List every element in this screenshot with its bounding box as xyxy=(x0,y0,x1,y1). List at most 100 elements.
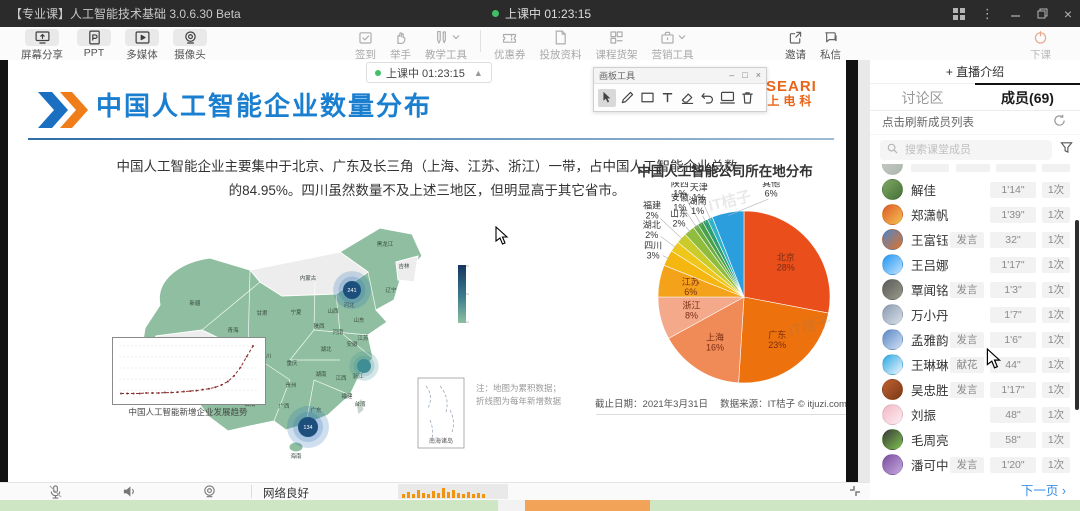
member-action-badge[interactable]: 献花 xyxy=(950,357,984,373)
clear-tool[interactable] xyxy=(738,89,756,107)
pie-label: 四川3% xyxy=(644,241,662,261)
panel-maximize-icon[interactable]: □ xyxy=(742,71,747,80)
eraser-tool[interactable] xyxy=(678,89,696,107)
avatar xyxy=(882,254,903,275)
coupon-icon xyxy=(501,29,518,46)
toolbar-item-camera[interactable]: 摄像头 xyxy=(166,27,214,62)
main-toolbar: 屏幕分享PPT多媒体摄像头 签到举手教学工具优惠券投放资料课程货架营销工具 邀请… xyxy=(0,27,1080,61)
member-name: 王富钰 xyxy=(911,230,949,249)
class-status-text: 上课中 01:23:15 xyxy=(505,5,591,22)
member-list-scrollbar[interactable] xyxy=(1075,220,1079,410)
collapse-chevron-icon[interactable]: ▲ xyxy=(474,68,483,78)
rectangle-tool[interactable] xyxy=(638,89,656,107)
member-speak-count: 1次 xyxy=(1042,257,1070,273)
member-action-badge[interactable]: 发言 xyxy=(950,457,984,473)
camera-icon xyxy=(173,29,207,46)
materials-icon xyxy=(552,29,569,46)
panel-minimize-icon[interactable]: – xyxy=(729,71,734,80)
filter-funnel-icon[interactable] xyxy=(1060,141,1073,159)
member-speak-time: 44" xyxy=(990,357,1036,373)
member-speak-time: 1'17" xyxy=(990,382,1036,398)
province-label: 江西 xyxy=(335,375,347,382)
undo-tool[interactable] xyxy=(698,89,716,107)
pencil-tool[interactable] xyxy=(618,89,636,107)
province-label: 陕西 xyxy=(313,322,325,330)
member-action-badge[interactable]: 发言 xyxy=(950,232,984,248)
title-chevrons-icon xyxy=(36,90,94,135)
member-action-badge[interactable]: 发言 xyxy=(950,382,984,398)
text-tool[interactable] xyxy=(658,89,676,107)
member-speak-count: 1次 xyxy=(1042,182,1070,198)
taskbar-strip-gap xyxy=(498,500,525,511)
svg-text:南海诸岛: 南海诸岛 xyxy=(429,437,453,445)
close-button[interactable]: × xyxy=(1064,6,1072,22)
member-speak-count: 1次 xyxy=(1042,407,1070,423)
member-search-box[interactable] xyxy=(880,140,1052,160)
member-search-input[interactable] xyxy=(903,143,1017,157)
checkin-icon xyxy=(357,29,374,46)
minimize-button[interactable] xyxy=(1010,8,1021,19)
panel-close-icon[interactable]: × xyxy=(756,71,761,80)
chevron-down-icon xyxy=(452,33,460,43)
whiteboard-panel-titlebar[interactable]: 画板工具 – □ × xyxy=(594,68,766,84)
live-dot-icon xyxy=(492,10,499,17)
toolbar-item-teach-tools[interactable]: 教学工具 xyxy=(418,27,474,62)
shelf-icon xyxy=(608,29,625,46)
member-speak-time: 58" xyxy=(990,432,1036,448)
layout-grid-icon[interactable] xyxy=(953,8,965,20)
member-row-partial xyxy=(870,164,1080,177)
avatar xyxy=(882,329,903,350)
pie-label: 福建2% xyxy=(643,200,661,221)
member-action-badge[interactable]: 发言 xyxy=(950,282,984,298)
mini-class-status[interactable]: 上课中 01:23:15 ▲ xyxy=(366,62,492,83)
toolbar-item-shelf[interactable]: 课程货架 xyxy=(589,27,645,62)
refresh-members-row[interactable]: 点击刷新成员列表 xyxy=(870,110,1080,135)
pie-chart: 北京28%广东23%上海16%浙江8%江苏6%四川3%湖北2%福建2%山东2%安… xyxy=(596,182,846,414)
toolbar-item-checkin[interactable]: 签到 xyxy=(348,27,383,62)
slide-scrollbar[interactable] xyxy=(858,60,870,482)
live-intro-header[interactable]: + 直播介绍 xyxy=(870,60,1080,84)
avatar xyxy=(882,354,903,375)
toolbar-item-ppt[interactable]: PPT xyxy=(70,27,118,59)
refresh-icon[interactable] xyxy=(1053,114,1066,130)
china-map: 南海诸岛 新疆西藏青海甘肃内蒙古黑龙江吉林辽宁河北山西山东陕西宁夏河南四川重庆湖… xyxy=(100,210,560,462)
media-icon xyxy=(125,29,159,46)
select-cursor-tool[interactable] xyxy=(598,89,616,107)
member-name: 毛周亮 xyxy=(911,430,949,449)
toolbar-item-class-end[interactable]: 下课 xyxy=(1023,27,1058,62)
member-speak-count: 1次 xyxy=(1042,382,1070,398)
province-label: 黑龙江 xyxy=(377,240,394,248)
restore-button[interactable] xyxy=(1037,8,1048,19)
toolbar-item-screen-share[interactable]: 屏幕分享 xyxy=(14,27,70,62)
more-menu-icon[interactable]: ⋮ xyxy=(981,6,994,22)
member-row: 覃闻铭发言1'3"1次 xyxy=(870,277,1080,302)
member-row: 潘可中发言1'20"1次 xyxy=(870,452,1080,477)
toolbar-item-materials[interactable]: 投放资料 xyxy=(533,27,589,62)
tab-discussion[interactable]: 讨论区 xyxy=(870,83,975,110)
member-name: 孟雅韵 xyxy=(911,330,949,349)
member-name: 刘振 xyxy=(911,405,936,424)
teach-tools-icon xyxy=(433,29,450,46)
avatar xyxy=(882,454,903,475)
toolbar-item-marketing[interactable]: 营销工具 xyxy=(645,27,701,62)
tab-members[interactable]: 成员(69) xyxy=(975,83,1080,110)
trend-line xyxy=(121,346,253,394)
next-page-link[interactable]: 下一页 › xyxy=(870,480,1066,499)
board-tool[interactable] xyxy=(718,89,736,107)
south-sea-inset: 南海诸岛 xyxy=(418,378,464,448)
pie-label: 天津1% xyxy=(690,182,708,202)
toolbar-item-raise-hand[interactable]: 举手 xyxy=(383,27,418,62)
toolbar-item-invite[interactable]: 邀请 xyxy=(778,27,813,62)
pie-chart-caption: 截止日期：2021年3月31日 数据来源：IT桔子 © itjuzi.com xyxy=(588,396,846,410)
member-speak-count: 1次 xyxy=(1042,432,1070,448)
title-underline xyxy=(28,138,834,140)
taskbar-strip-highlight xyxy=(525,500,650,511)
member-speak-count: 1次 xyxy=(1042,332,1070,348)
toolbar-item-dm[interactable]: 私信 xyxy=(813,27,848,62)
toolbar-item-coupon[interactable]: 优惠券 xyxy=(487,27,533,62)
pie-label: 北京28% xyxy=(777,251,795,272)
pie-chart-title: 中国人工智能公司所在地分布 xyxy=(600,160,846,180)
toolbar-item-media[interactable]: 多媒体 xyxy=(118,27,166,62)
member-action-badge[interactable]: 发言 xyxy=(950,332,984,348)
member-speak-count: 1次 xyxy=(1042,282,1070,298)
